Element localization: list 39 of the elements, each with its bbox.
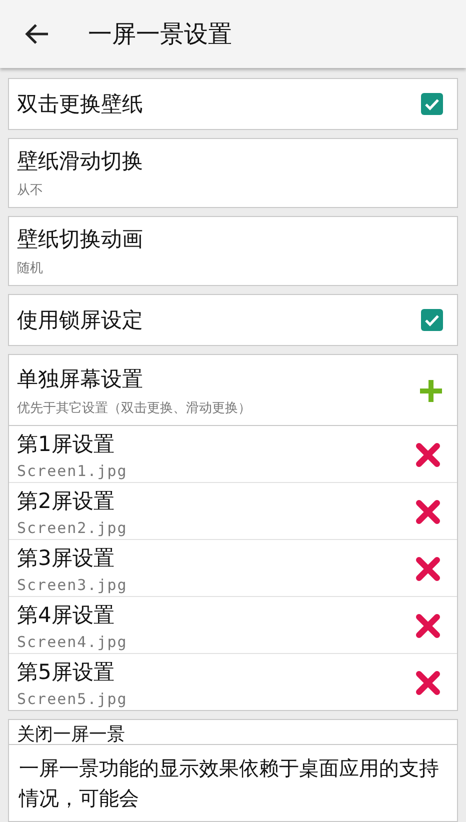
setting-row[interactable]: 双击更换壁纸 (8, 78, 458, 130)
setting-title: 壁纸切换动画 (17, 226, 143, 253)
checkbox[interactable] (421, 93, 443, 115)
screen-title: 第5屏设置 (17, 659, 114, 686)
screen-file: Screen5.jpg (17, 690, 128, 708)
setting-row[interactable]: 壁纸切换动画 随机 (8, 216, 458, 286)
screen-title: 第4屏设置 (17, 602, 114, 629)
setting-row[interactable]: 使用锁屏设定 (8, 294, 458, 346)
setting-title: 壁纸滑动切换 (17, 148, 143, 175)
screen-title: 第2屏设置 (17, 488, 114, 515)
setting-value: 从不 (17, 182, 43, 199)
checkbox[interactable] (421, 309, 443, 331)
screen-file: Screen2.jpg (17, 519, 128, 537)
info-toast: 一屏一景功能的显示效果依赖于桌面应用的支持情况，可能会 (8, 744, 458, 822)
screen-title: 第3屏设置 (17, 545, 114, 572)
delete-icon[interactable] (415, 670, 441, 696)
setting-row[interactable]: 壁纸滑动切换 从不 (8, 138, 458, 208)
setting-title: 使用锁屏设定 (17, 307, 143, 334)
screen-row[interactable]: 第4屏设置 Screen4.jpg (9, 597, 457, 654)
delete-icon[interactable] (415, 442, 441, 468)
screen-file: Screen1.jpg (17, 462, 128, 480)
setting-title: 关闭一屏一景 (17, 724, 125, 745)
screen-file: Screen3.jpg (17, 576, 128, 594)
delete-icon[interactable] (415, 499, 441, 525)
screen-row[interactable]: 第5屏设置 Screen5.jpg (9, 654, 457, 710)
add-icon[interactable] (419, 379, 443, 403)
screen-file: Screen4.jpg (17, 633, 128, 651)
screen-row[interactable]: 第3屏设置 Screen3.jpg (9, 540, 457, 597)
page-title: 一屏一景设置 (88, 19, 232, 50)
delete-icon[interactable] (415, 613, 441, 639)
section-title: 单独屏幕设置 (17, 366, 143, 393)
delete-icon[interactable] (415, 556, 441, 582)
section-subtitle: 优先于其它设置（双击更换、滑动更换） (17, 400, 251, 417)
back-icon[interactable] (24, 23, 50, 45)
setting-title: 双击更换壁纸 (17, 91, 143, 118)
screen-row[interactable]: 第1屏设置 Screen1.jpg (9, 426, 457, 483)
screen-title: 第1屏设置 (17, 431, 114, 458)
screen-row[interactable]: 第2屏设置 Screen2.jpg (9, 483, 457, 540)
setting-value: 随机 (17, 260, 43, 277)
